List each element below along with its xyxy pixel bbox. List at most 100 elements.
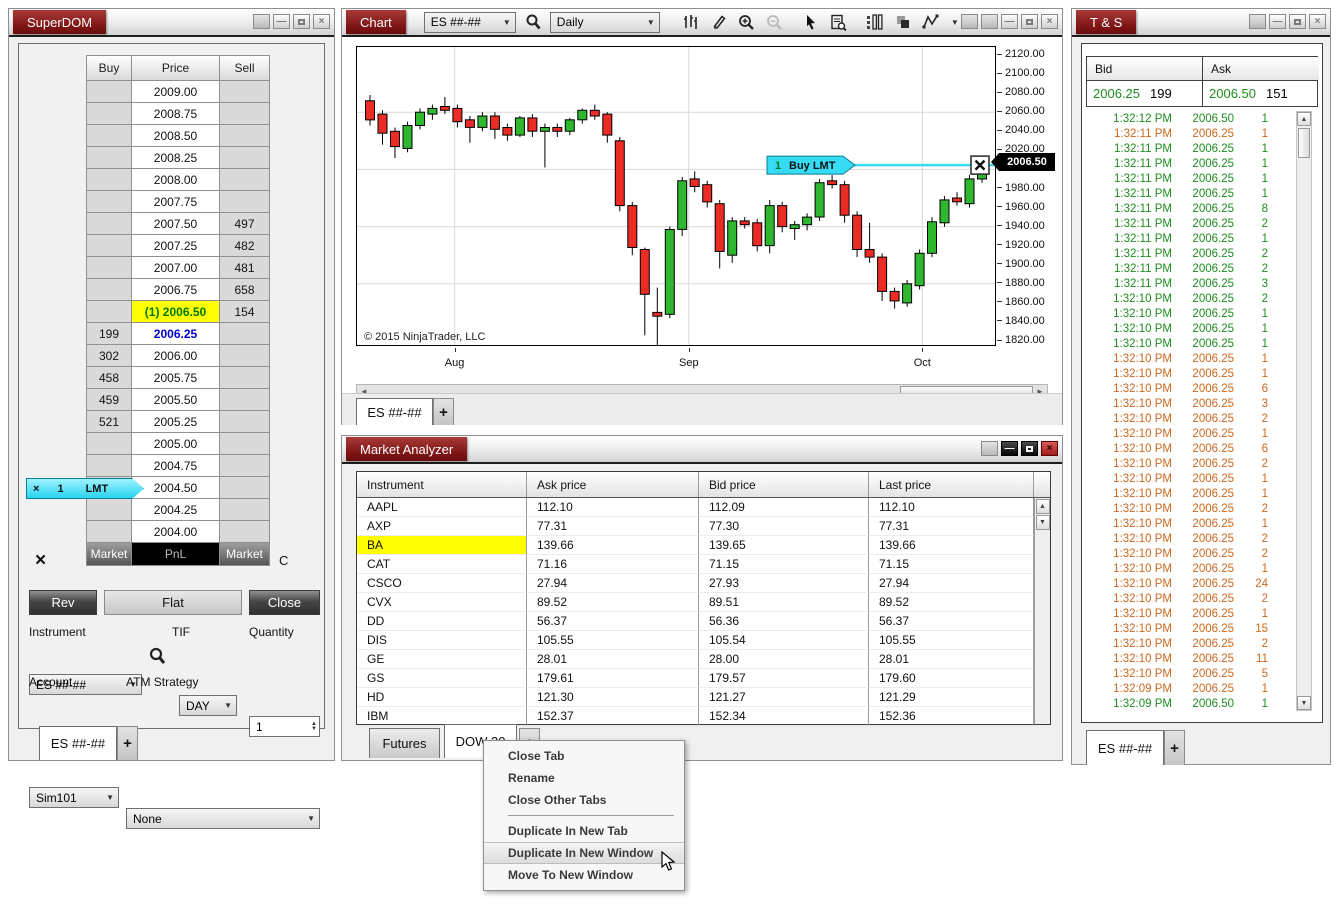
bid-price-cell[interactable]: 56.36 <box>699 612 869 631</box>
buy-size-cell[interactable]: 302 <box>86 344 132 367</box>
connection-indicator[interactable] <box>981 441 998 456</box>
scrollbar-thumb[interactable] <box>1298 128 1310 158</box>
buy-size-cell[interactable] <box>86 498 132 521</box>
reverse-button[interactable]: Rev <box>29 590 97 615</box>
price-column-header[interactable]: Price <box>131 55 220 81</box>
minimize-button[interactable]: — <box>273 14 290 29</box>
menu-item[interactable]: Rename <box>484 767 684 789</box>
sell-size-cell[interactable] <box>219 190 270 213</box>
table-row[interactable]: HD 121.30 121.27 121.29 <box>357 688 1050 707</box>
buy-size-cell[interactable] <box>86 168 132 191</box>
atm-strategy-select[interactable]: None▼ <box>126 808 320 829</box>
buy-size-cell[interactable] <box>86 300 132 323</box>
table-row[interactable]: GE 28.01 28.00 28.01 <box>357 650 1050 669</box>
price-cell[interactable]: 2005.25 <box>131 410 220 433</box>
last-price-cell[interactable]: 112.10 <box>869 498 1034 517</box>
price-cell[interactable]: 2008.75 <box>131 102 220 125</box>
chart-instrument-select[interactable]: ES ##-##▼ <box>424 12 516 33</box>
price-cell[interactable]: 2004.00 <box>131 520 220 543</box>
sell-market-button[interactable]: Market <box>219 542 270 566</box>
chart-style-icon[interactable] <box>680 12 702 32</box>
time-axis[interactable]: Aug Sep Oct <box>356 348 998 374</box>
zoom-out-icon[interactable] <box>764 12 786 32</box>
buy-size-cell[interactable] <box>86 190 132 213</box>
table-row[interactable]: CSCO 27.94 27.93 27.94 <box>357 574 1050 593</box>
last-price-cell[interactable]: 121.29 <box>869 688 1034 707</box>
bid-price-cell[interactable]: 105.54 <box>699 631 869 650</box>
instrument-cell[interactable]: DD <box>357 612 527 631</box>
scroll-up-icon[interactable]: ▲ <box>1297 112 1311 126</box>
cancel-order-icon[interactable]: × <box>33 483 39 495</box>
minimize-button[interactable]: — <box>1001 441 1018 456</box>
superdom-titlebar[interactable]: SuperDOM — × <box>9 9 334 37</box>
minimize-button[interactable]: — <box>1269 14 1286 29</box>
instrument-search-icon[interactable] <box>148 646 166 671</box>
ask-price-cell[interactable]: 179.61 <box>527 669 699 688</box>
last-price-cell[interactable]: 139.66 <box>869 536 1034 555</box>
chart-trader-icon[interactable] <box>864 12 886 32</box>
price-cell[interactable]: 2004.75 <box>131 454 220 477</box>
maximize-button[interactable] <box>1289 14 1306 29</box>
ask-price-cell[interactable]: 27.94 <box>527 574 699 593</box>
table-row[interactable]: CAT 71.16 71.15 71.15 <box>357 555 1050 574</box>
instrument-cell[interactable]: GS <box>357 669 527 688</box>
add-tab-button[interactable]: + <box>1164 730 1185 765</box>
price-cell[interactable]: (1) 2006.50 <box>131 300 220 323</box>
table-row[interactable]: CVX 89.52 89.51 89.52 <box>357 593 1050 612</box>
sell-size-cell[interactable] <box>219 322 270 345</box>
table-row[interactable]: DIS 105.55 105.54 105.55 <box>357 631 1050 650</box>
sell-size-cell[interactable] <box>219 102 270 125</box>
table-row[interactable]: GS 179.61 179.57 179.60 <box>357 669 1050 688</box>
spinner-arrows-icon[interactable]: ▲▼ <box>311 722 317 732</box>
sell-size-cell[interactable]: 481 <box>219 256 270 279</box>
sell-size-cell[interactable] <box>219 432 270 455</box>
sell-size-cell[interactable] <box>219 498 270 521</box>
buy-size-cell[interactable] <box>86 102 132 125</box>
market-analyzer-titlebar[interactable]: Market Analyzer — × <box>342 436 1062 464</box>
buy-size-cell[interactable]: 521 <box>86 410 132 433</box>
price-cell[interactable]: 2004.25 <box>131 498 220 521</box>
last-price-cell[interactable]: 56.37 <box>869 612 1034 631</box>
price-cell[interactable]: 2008.50 <box>131 124 220 147</box>
price-cell[interactable]: 2006.75 <box>131 278 220 301</box>
table-scrollbar[interactable]: ▲ ▼ <box>1034 498 1050 724</box>
ask-price-cell[interactable]: 56.37 <box>527 612 699 631</box>
price-cell[interactable]: 2007.50 <box>131 212 220 235</box>
scroll-up-icon[interactable]: ▲ <box>1036 499 1050 514</box>
column-header[interactable]: Instrument <box>357 472 527 497</box>
ask-price-cell[interactable]: 71.16 <box>527 555 699 574</box>
cursor-icon[interactable] <box>800 12 822 32</box>
price-cell[interactable]: 2009.00 <box>131 80 220 103</box>
bid-price-cell[interactable]: 139.65 <box>699 536 869 555</box>
buy-size-cell[interactable] <box>86 234 132 257</box>
close-position-button[interactable]: Close <box>249 590 320 615</box>
bid-price-cell[interactable]: 28.00 <box>699 650 869 669</box>
drawing-tools-icon[interactable] <box>708 12 730 32</box>
price-cell[interactable]: 2005.50 <box>131 388 220 411</box>
sell-size-cell[interactable] <box>219 388 270 411</box>
buy-size-cell[interactable]: 458 <box>86 366 132 389</box>
bid-price-cell[interactable]: 71.15 <box>699 555 869 574</box>
last-price-cell[interactable]: 71.15 <box>869 555 1034 574</box>
buy-size-cell[interactable] <box>86 80 132 103</box>
menu-item[interactable]: Duplicate In New Tab <box>484 820 684 842</box>
indicator-zigzag-icon[interactable] <box>920 12 942 32</box>
sell-size-cell[interactable]: 497 <box>219 212 270 235</box>
ask-price-cell[interactable]: 105.55 <box>527 631 699 650</box>
price-cell[interactable]: 2005.00 <box>131 432 220 455</box>
column-header[interactable]: Ask price <box>527 472 699 497</box>
buy-size-cell[interactable]: 459 <box>86 388 132 411</box>
close-button[interactable]: × <box>313 14 330 29</box>
buy-size-cell[interactable] <box>86 432 132 455</box>
tif-select[interactable]: DAY▼ <box>179 695 237 716</box>
bid-price-cell[interactable]: 121.27 <box>699 688 869 707</box>
currency-label[interactable]: C <box>279 553 288 568</box>
scroll-down-icon[interactable]: ▼ <box>1036 515 1050 530</box>
chart-interval-select[interactable]: Daily▼ <box>550 12 660 33</box>
sell-size-cell[interactable] <box>219 168 270 191</box>
table-row[interactable]: AAPL 112.10 112.09 112.10 <box>357 498 1050 517</box>
instrument-cell[interactable]: CAT <box>357 555 527 574</box>
flat-button[interactable]: Flat <box>104 590 242 615</box>
instrument-search-icon[interactable] <box>522 12 544 32</box>
connection-indicator[interactable] <box>253 14 270 29</box>
